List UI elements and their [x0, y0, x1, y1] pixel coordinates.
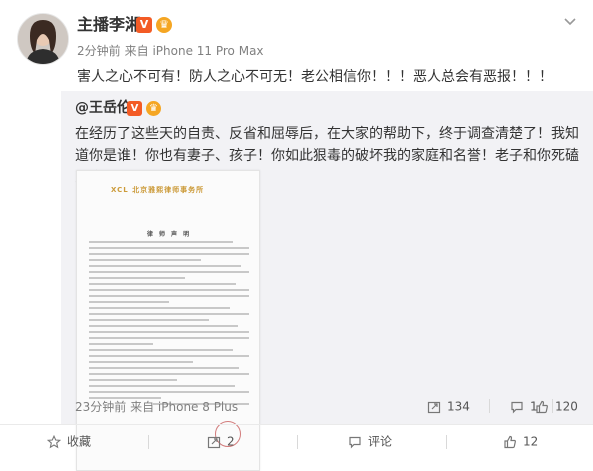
verified-v-icon: V	[136, 17, 152, 33]
action-bar-divider	[0, 424, 593, 425]
like-button[interactable]: 12	[503, 432, 538, 450]
divider	[148, 435, 149, 449]
verified-v-icon: V	[127, 101, 142, 116]
avatar[interactable]	[17, 13, 69, 65]
like-label: 12	[523, 434, 539, 449]
document-body-lines	[89, 241, 249, 409]
reposted-weibo: @王岳伦 V ♛ 在经历了这些天的自责、反省和屈辱后，在大家的帮助下，终于调查清…	[61, 91, 593, 471]
repost-count: 134	[447, 399, 470, 414]
like-count: 120	[555, 399, 578, 414]
vip-crown-icon: ♛	[146, 101, 161, 116]
repost-repost-count-button[interactable]: 134	[427, 397, 470, 415]
weibo-post-card: 主播李湘 V ♛ 2分钟前 来自 iPhone 11 Pro Max 害人之心不可…	[0, 0, 593, 471]
repost-icon	[427, 401, 441, 413]
repost-comment-count-button[interactable]: 1	[510, 397, 538, 415]
thumbs-up-icon	[504, 435, 516, 448]
avatar-image	[18, 14, 68, 64]
law-firm-logo: XCL 北京雅熙律师事务所	[111, 186, 205, 194]
post-author-name[interactable]: 主播李湘	[77, 15, 141, 35]
comment-label: 评论	[368, 434, 393, 449]
comment-icon	[511, 401, 523, 413]
divider	[489, 399, 490, 413]
thumbs-up-icon	[536, 400, 548, 413]
repost-like-button[interactable]: 120	[535, 397, 578, 415]
favorite-label: 收藏	[67, 434, 92, 449]
repost-source: 来自 iPhone 8 Plus	[130, 400, 239, 414]
comment-button[interactable]: 评论	[348, 432, 392, 450]
post-time[interactable]: 2分钟前	[77, 44, 121, 58]
divider	[446, 435, 447, 449]
statement-document-image[interactable]: XCL 北京雅熙律师事务所 律 师 声 明	[76, 170, 260, 471]
vip-crown-icon: ♛	[156, 17, 172, 33]
star-icon	[47, 434, 61, 448]
repost-time[interactable]: 23分钟前	[75, 400, 126, 414]
repost-label: 2	[227, 434, 235, 449]
comment-icon	[349, 436, 361, 448]
document-title: 律 师 声 明	[146, 231, 192, 238]
post-text: 害人之心不可有！防人之心不可无！老公相信你！！！恶人总会有恶报！！！	[77, 69, 553, 85]
post-meta: 2分钟前 来自 iPhone 11 Pro Max	[77, 43, 264, 59]
post-source: 来自 iPhone 11 Pro Max	[124, 44, 264, 58]
repost-meta: 23分钟前 来自 iPhone 8 Plus	[75, 399, 238, 415]
repost-author-name[interactable]: @王岳伦	[75, 99, 131, 117]
repost-button[interactable]: 2	[207, 432, 235, 450]
chevron-down-icon[interactable]	[563, 15, 577, 29]
divider	[297, 435, 298, 449]
favorite-button[interactable]: 收藏	[47, 432, 91, 450]
repost-icon	[207, 436, 221, 448]
